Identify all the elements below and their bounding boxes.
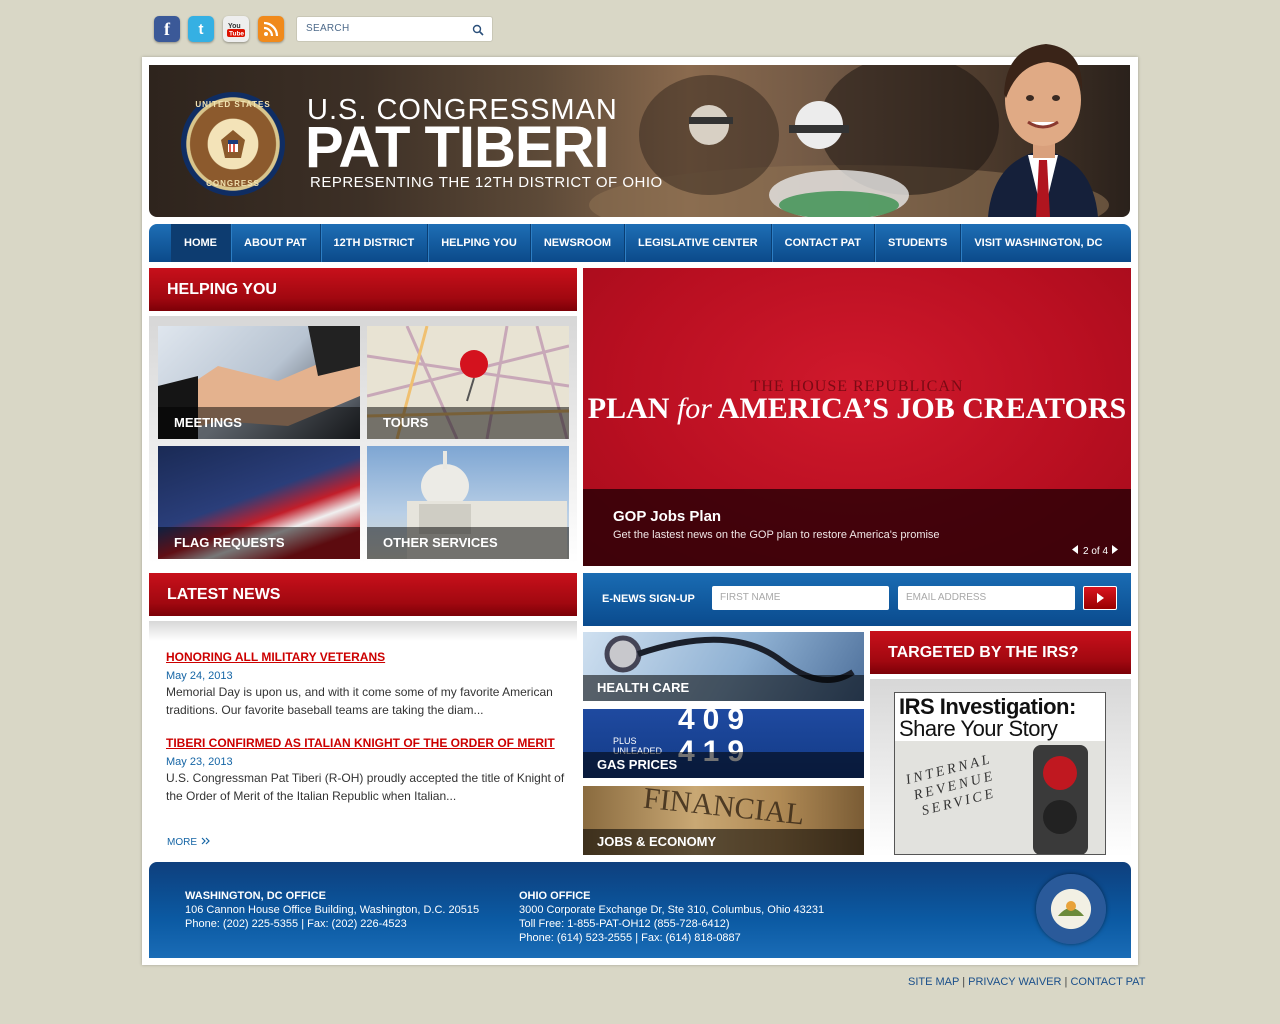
tile-tours[interactable]: TOURS <box>367 326 569 439</box>
financial-art-text: FINANCIAL <box>641 786 807 832</box>
tile-gas-prices-label: GAS PRICES <box>583 752 864 778</box>
gas-plus-label: PLUS <box>613 736 637 746</box>
dc-office: WASHINGTON, DC OFFICE 106 Cannon House O… <box>185 889 479 931</box>
slide-counter: 2 of 4 <box>1083 545 1109 557</box>
slide-description: Get the lastest news on the GOP plan to … <box>613 529 940 541</box>
nav-contact-pat[interactable]: CONTACT PAT <box>772 224 876 262</box>
ohio-office-phone: Phone: (614) 523-2555 | Fax: (614) 818-0… <box>519 932 741 944</box>
svg-text:Tube: Tube <box>229 31 244 38</box>
nav-newsroom[interactable]: NEWSROOM <box>531 224 626 262</box>
search-placeholder: SEARCH <box>306 23 350 34</box>
tile-meetings-label: MEETINGS <box>158 407 360 439</box>
tile-meetings[interactable]: MEETINGS <box>158 326 360 439</box>
slide-next-icon[interactable] <box>1112 545 1119 557</box>
slide-caption: GOP Jobs Plan Get the lastest news on th… <box>583 489 1131 566</box>
news-topshade <box>149 621 577 641</box>
news-more-link[interactable]: MORE <box>167 837 211 848</box>
search-icon[interactable] <box>472 23 484 41</box>
news-item-body: Memorial Day is upon us, and with it com… <box>166 685 553 717</box>
tile-flag-requests-label: FLAG REQUESTS <box>158 527 360 559</box>
tile-tours-label: TOURS <box>367 407 569 439</box>
facebook-icon[interactable]: f <box>154 16 180 42</box>
enews-submit-button[interactable] <box>1083 586 1117 610</box>
slide-pager: 2 of 4 <box>1072 545 1119 557</box>
tile-gas-prices[interactable]: 409 419 PLUS UNLEADED GAS PRICES <box>583 709 864 778</box>
slide-headline-a: PLAN <box>587 392 677 425</box>
enews-signup: E-NEWS SIGN-UP FIRST NAME EMAIL ADDRESS <box>583 573 1131 626</box>
traffic-light-image <box>1033 745 1088 854</box>
footer: WASHINGTON, DC OFFICE 106 Cannon House O… <box>149 862 1131 958</box>
youtube-icon[interactable]: You Tube <box>223 16 249 42</box>
header-banner <box>149 65 1130 217</box>
news-more-label: MORE <box>167 837 197 848</box>
tile-flag-requests[interactable]: FLAG REQUESTS <box>158 446 360 559</box>
news-item: TIBERI CONFIRMED AS ITALIAN KNIGHT OF TH… <box>166 736 566 805</box>
news-item: HONORING ALL MILITARY VETERANS May 24, 2… <box>166 650 566 719</box>
svg-text:You: You <box>228 23 241 30</box>
link-contact-pat[interactable]: CONTACT PAT <box>1070 976 1145 988</box>
news-item-date: May 23, 2013 <box>166 756 233 768</box>
tile-other-services[interactable]: OTHER SERVICES <box>367 446 569 559</box>
ohio-office: OHIO OFFICE 3000 Corporate Exchange Dr, … <box>519 889 824 945</box>
tile-jobs-economy[interactable]: FINANCIAL JOBS & ECONOMY <box>583 786 864 855</box>
bottom-links: SITE MAP | PRIVACY WAIVER | CONTACT PAT <box>908 976 1146 988</box>
nav-students[interactable]: STUDENTS <box>875 224 962 262</box>
ohio-office-address: 3000 Corporate Exchange Dr, Ste 310, Col… <box>519 904 825 916</box>
seal-top-text: UNITED STATES <box>195 100 271 109</box>
gas-top-price: 409 <box>678 709 753 736</box>
tile-health-care-label: HEALTH CARE <box>583 675 864 701</box>
search-input[interactable]: SEARCH <box>296 16 493 42</box>
dc-office-phone: Phone: (202) 225-5355 | Fax: (202) 226-4… <box>185 918 407 930</box>
rss-icon[interactable] <box>258 16 284 42</box>
irs-share-story-banner[interactable]: IRS Investigation: Share Your Story INTE… <box>894 692 1106 855</box>
first-name-field[interactable]: FIRST NAME <box>712 586 889 610</box>
latest-news-header: LATEST NEWS <box>149 573 577 616</box>
slide-headline-b: for <box>676 392 712 425</box>
irs-sign-text: INTERNAL REVENUE SERVICE <box>904 751 1002 822</box>
main-nav: HOME ABOUT PAT 12TH DISTRICT HELPING YOU… <box>149 224 1131 262</box>
link-privacy-waiver[interactable]: PRIVACY WAIVER <box>968 976 1061 988</box>
slide-title[interactable]: GOP Jobs Plan <box>613 508 721 525</box>
nav-about-pat[interactable]: ABOUT PAT <box>231 224 321 262</box>
slide-headline: PLAN for AMERICA’S JOB CREATORS <box>583 392 1131 426</box>
dc-office-title: WASHINGTON, DC OFFICE <box>185 890 326 902</box>
twitter-icon[interactable]: t <box>188 16 214 42</box>
congressman-portrait <box>988 30 1098 217</box>
tile-health-care[interactable]: HEALTH CARE <box>583 632 864 701</box>
nav-legislative-center[interactable]: LEGISLATIVE CENTER <box>625 224 772 262</box>
ohio-office-tollfree: Toll Free: 1-855-PAT-OH12 (855-728-6412) <box>519 918 730 930</box>
slide-headline-c: AMERICA’S JOB CREATORS <box>711 392 1127 425</box>
news-item-body: U.S. Congressman Pat Tiberi (R-OH) proud… <box>166 771 565 803</box>
nav-home[interactable]: HOME <box>171 224 231 262</box>
dc-office-address: 106 Cannon House Office Building, Washin… <box>185 904 480 916</box>
ohio-office-title: OHIO OFFICE <box>519 890 591 902</box>
irs-line2: Share Your Story <box>899 716 1058 741</box>
play-arrow-icon <box>1097 593 1104 603</box>
enews-label: E-NEWS SIGN-UP <box>602 593 695 605</box>
news-item-date: May 24, 2013 <box>166 670 233 682</box>
double-chevron-icon <box>201 837 211 848</box>
nav-visit-washington[interactable]: VISIT WASHINGTON, DC <box>961 224 1115 262</box>
nav-helping-you[interactable]: HELPING YOU <box>428 224 531 262</box>
congress-seal-logo: UNITED STATES CONGRESS <box>181 92 285 196</box>
irs-header: TARGETED BY THE IRS? <box>870 631 1131 674</box>
banner-title-name: PAT TIBERI <box>305 115 610 180</box>
tile-other-services-label: OTHER SERVICES <box>367 527 569 559</box>
seal-bottom-text: CONGRESS <box>206 179 260 188</box>
tile-jobs-economy-label: JOBS & ECONOMY <box>583 829 864 855</box>
nav-12th-district[interactable]: 12TH DISTRICT <box>321 224 429 262</box>
ohio-state-seal-logo <box>1036 874 1106 944</box>
email-field[interactable]: EMAIL ADDRESS <box>898 586 1075 610</box>
news-item-title[interactable]: TIBERI CONFIRMED AS ITALIAN KNIGHT OF TH… <box>166 736 566 750</box>
helping-you-header: HELPING YOU <box>149 268 577 311</box>
banner-subtitle: REPRESENTING THE 12TH DISTRICT OF OHIO <box>310 174 663 191</box>
news-item-title[interactable]: HONORING ALL MILITARY VETERANS <box>166 650 566 664</box>
link-site-map[interactable]: SITE MAP <box>908 976 959 988</box>
news-list: HONORING ALL MILITARY VETERANS May 24, 2… <box>166 650 566 805</box>
slide-prev-icon[interactable] <box>1072 545 1079 557</box>
